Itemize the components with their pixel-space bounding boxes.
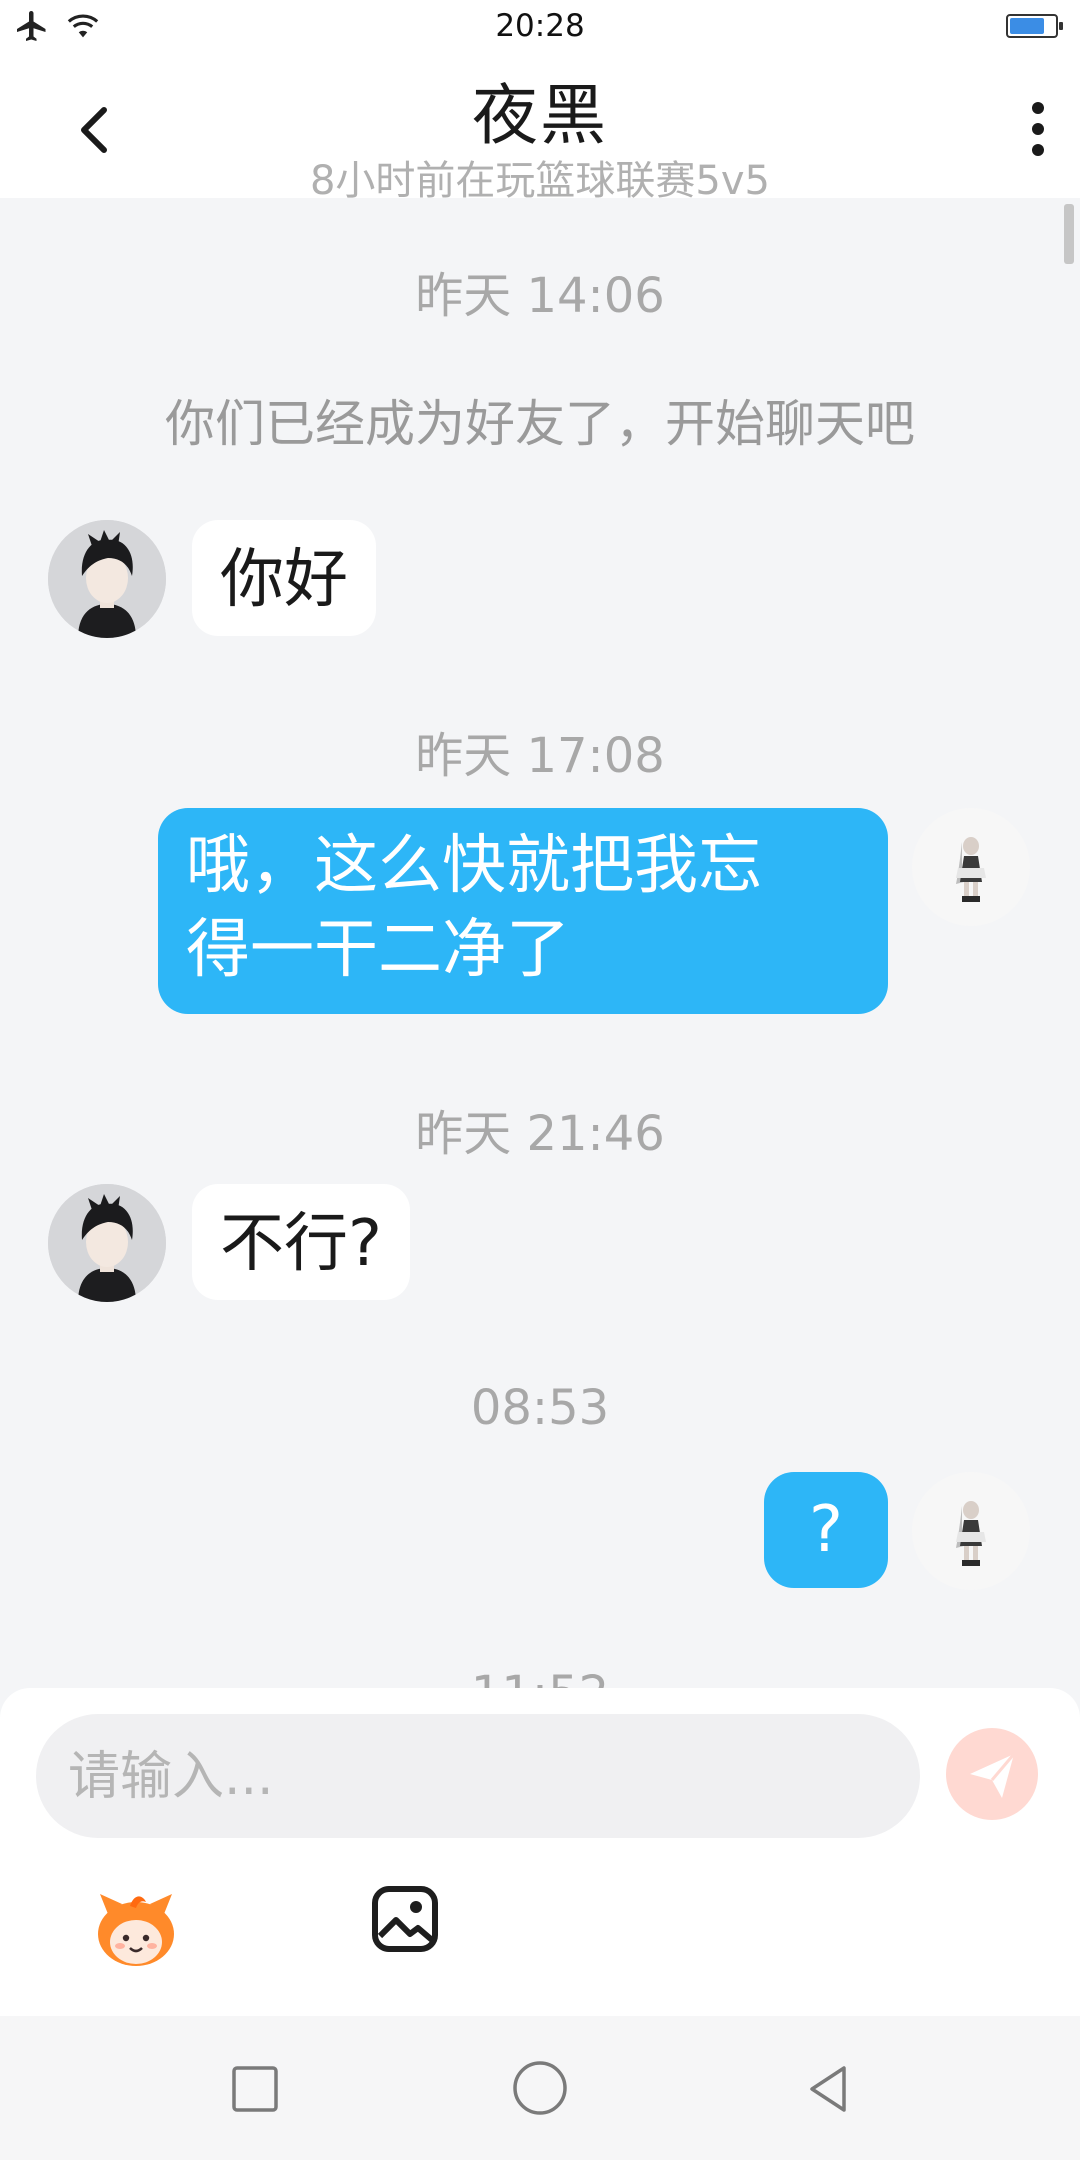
chat-title: 夜黑 <box>472 77 608 154</box>
image-icon <box>372 1886 438 1952</box>
my-avatar[interactable] <box>912 808 1030 926</box>
message-input[interactable] <box>66 1714 890 1840</box>
timestamp: 昨天 17:08 <box>415 728 665 784</box>
nav-back-button[interactable] <box>804 2064 854 2114</box>
more-vertical-icon <box>1032 102 1044 156</box>
nav-home-button[interactable] <box>510 2058 570 2118</box>
system-notice: 你们已经成为好友了，开始聊天吧 <box>165 395 915 453</box>
my-avatar-image <box>912 1472 1030 1590</box>
system-nav-bar <box>0 2016 1080 2160</box>
triangle-back-icon <box>810 2066 846 2112</box>
status-time: 20:28 <box>495 8 585 44</box>
send-button[interactable] <box>946 1728 1038 1820</box>
message-bubble-sent[interactable]: 哦，这么快就把我忘 得一干二净了 <box>158 808 888 1014</box>
emoji-mascot-icon <box>98 1894 174 1966</box>
battery-icon <box>1006 14 1063 38</box>
message-text-line: 哦，这么快就把我忘 <box>186 829 762 903</box>
message-list[interactable]: 昨天 14:06 你们已经成为好友了，开始聊天吧 你好 昨天 17:08 哦，这… <box>0 198 1080 1688</box>
friend-avatar[interactable] <box>48 1184 166 1302</box>
square-icon <box>232 2066 278 2112</box>
timestamp: 08:53 <box>470 1380 610 1436</box>
chat-header: 夜黑 8小时前在玩篮球联赛5v5 <box>0 56 1080 204</box>
status-bar: 20:28 <box>0 0 1080 56</box>
image-button[interactable] <box>370 1884 440 1954</box>
emoji-button[interactable] <box>90 1884 182 1976</box>
message-input-wrapper[interactable] <box>36 1714 920 1840</box>
send-icon <box>970 1753 1016 1798</box>
friend-avatar-image <box>48 1184 166 1302</box>
timestamp: 昨天 14:06 <box>415 268 665 324</box>
scrollbar[interactable] <box>1064 204 1074 264</box>
message-bubble-sent[interactable]: ? <box>764 1472 888 1588</box>
my-avatar-image <box>912 808 1030 926</box>
my-avatar[interactable] <box>912 1472 1030 1590</box>
circle-icon <box>513 2061 567 2115</box>
friend-avatar-image <box>48 520 166 638</box>
message-bubble-received[interactable]: 不行? <box>192 1184 410 1300</box>
more-button[interactable] <box>1018 94 1058 164</box>
timestamp: 11:52 <box>0 1666 1080 1688</box>
nav-recent-button[interactable] <box>230 2064 280 2114</box>
message-bubble-received[interactable]: 你好 <box>192 520 376 636</box>
timestamp: 昨天 21:46 <box>415 1106 665 1162</box>
friend-avatar[interactable] <box>48 520 166 638</box>
composer <box>0 1688 1080 2016</box>
message-text-line: 得一干二净了 <box>186 913 570 987</box>
